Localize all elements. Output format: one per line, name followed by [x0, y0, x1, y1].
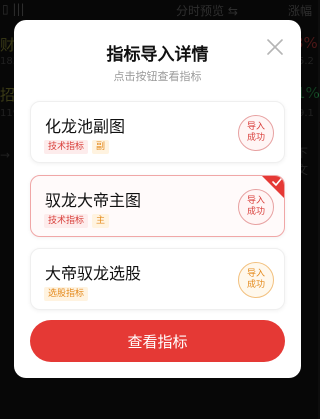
indicator-tags: 选股指标 [44, 287, 89, 301]
close-button[interactable] [264, 36, 286, 58]
indicator-tags: 技术指标 主 [44, 214, 110, 228]
indicator-name: 大帝驭龙选股 [45, 264, 142, 283]
indicator-tag: 技术指标 [44, 214, 89, 228]
indicator-name: 化龙池副图 [45, 117, 126, 136]
indicator-card[interactable]: 驭龙大帝主图 技术指标 主 导入 成功 [30, 175, 285, 237]
indicator-name: 驭龙大帝主图 [45, 191, 142, 210]
view-indicators-button[interactable]: 查看指标 [30, 320, 285, 362]
import-status-badge: 导入 成功 [238, 262, 274, 298]
indicator-import-dialog: 指标导入详情 点击按钮查看指标 化龙池副图 技术指标 副 导入 成功 驭龙大帝主… [14, 20, 301, 378]
selected-check-icon [262, 176, 284, 198]
indicator-tag: 选股指标 [44, 287, 89, 301]
dialog-title: 指标导入详情 [106, 45, 209, 65]
indicator-tag: 主 [92, 214, 110, 228]
indicator-tags: 技术指标 副 [44, 140, 110, 154]
import-status-badge: 导入 成功 [238, 115, 274, 151]
indicator-card[interactable]: 大帝驭龙选股 选股指标 导入 成功 [30, 248, 285, 310]
indicator-tag: 技术指标 [44, 140, 89, 154]
indicator-card[interactable]: 化龙池副图 技术指标 副 导入 成功 [30, 101, 285, 163]
dialog-subtitle: 点击按钮查看指标 [113, 70, 202, 83]
close-icon [267, 39, 283, 55]
indicator-tag: 副 [92, 140, 110, 154]
